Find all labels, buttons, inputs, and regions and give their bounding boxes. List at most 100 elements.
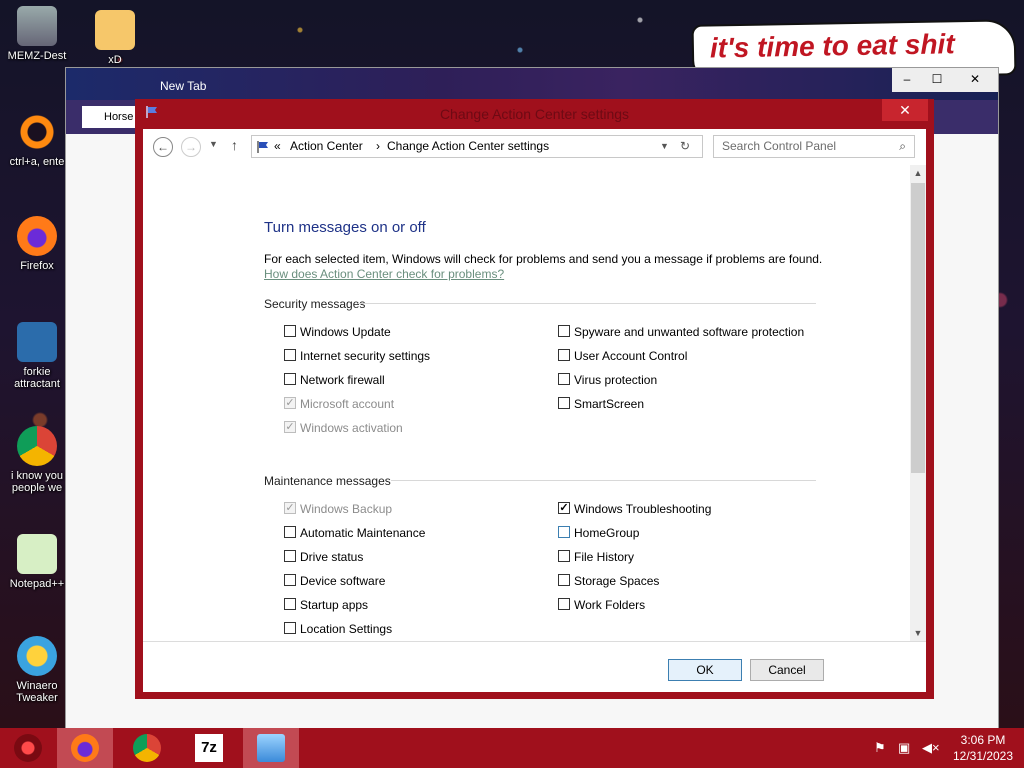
ring-icon	[17, 112, 57, 152]
desktop-icon-label: i know you people we	[11, 470, 63, 494]
taskbar-firefox[interactable]	[57, 728, 113, 768]
chrome-icon	[133, 734, 161, 762]
checkbox-box[interactable]	[284, 526, 296, 538]
firefox-icon	[17, 216, 57, 256]
ok-button[interactable]: OK	[668, 659, 742, 681]
crumb-current[interactable]: Change Action Center settings	[387, 136, 549, 157]
desktop-icon-ctrl-a[interactable]: ctrl+a, ente	[2, 112, 72, 168]
checkbox-box[interactable]	[558, 550, 570, 562]
security-section-title: Security messages	[264, 297, 366, 311]
checkbox-label: Network firewall	[300, 373, 385, 387]
checkbox-label: Startup apps	[300, 598, 369, 612]
start-icon	[14, 734, 42, 762]
dialog-footer: OK Cancel	[143, 641, 926, 692]
clock-time: 3:06 PM	[960, 733, 1006, 747]
desktop-icon-chrome[interactable]: i know you people we	[2, 426, 72, 494]
checkbox-box[interactable]	[558, 373, 570, 385]
desktop-icon-memz[interactable]: MEMZ-Dest	[2, 6, 72, 62]
7zip-icon: 7z	[195, 734, 223, 762]
search-placeholder: Search Control Panel	[722, 139, 837, 153]
desktop-icon-firefox[interactable]: Firefox	[2, 216, 72, 272]
start-button[interactable]	[0, 728, 54, 768]
checkbox-box[interactable]	[558, 349, 570, 361]
maintenance-section-title: Maintenance messages	[264, 474, 391, 488]
checkbox-box[interactable]	[558, 526, 570, 538]
scroll-up-icon[interactable]: ▲	[910, 165, 926, 181]
scroll-thumb[interactable]	[911, 183, 925, 473]
checkmark-icon: ✓	[284, 397, 296, 409]
dialog-titlebar: Change Action Center settings ✕	[135, 99, 934, 129]
crumb-action-center[interactable]: Action Center	[290, 136, 363, 157]
checkbox-label: Windows Troubleshooting	[574, 502, 712, 516]
firefox-icon	[71, 734, 99, 762]
taskbar-control-panel[interactable]	[243, 728, 299, 768]
checkbox-box[interactable]	[284, 598, 296, 610]
desktop-icon-forkie[interactable]: forkie attractant	[2, 322, 72, 390]
refresh-icon[interactable]: ↻	[680, 136, 690, 157]
search-input[interactable]: Search Control Panel ⌕	[713, 135, 915, 158]
taskbar-chrome[interactable]	[119, 728, 175, 768]
minimize-button[interactable]: –	[892, 68, 922, 92]
checkbox-label: Automatic Maintenance	[300, 526, 426, 540]
security-divider	[358, 303, 816, 304]
page-description: For each selected item, Windows will che…	[264, 252, 823, 266]
desktop-icon-notepadpp[interactable]: Notepad++	[2, 534, 72, 590]
back-arrow-icon[interactable]: ←	[153, 137, 173, 157]
checkbox-box[interactable]	[558, 574, 570, 586]
checkbox-box[interactable]	[284, 349, 296, 361]
flag-icon[interactable]: ⚑	[874, 740, 886, 756]
address-row: ← → ▼ ↑ « Action Center › Change Action …	[143, 129, 926, 165]
close-button[interactable]: ✕	[952, 68, 998, 92]
checkbox-box[interactable]	[284, 550, 296, 562]
desktop-icon-label: Firefox	[20, 260, 54, 272]
scroll-down-icon[interactable]: ▼	[910, 625, 926, 641]
desktop-icon-xd[interactable]: xD	[80, 10, 150, 66]
flag-icon	[257, 141, 268, 153]
checkbox-box[interactable]	[558, 325, 570, 337]
dialog-close-button[interactable]: ✕	[882, 99, 928, 121]
cancel-button[interactable]: Cancel	[750, 659, 824, 681]
taskbar-7zip[interactable]: 7z	[181, 728, 237, 768]
desktop-icon-winaero[interactable]: Winaero Tweaker	[2, 636, 72, 704]
forward-arrow-icon[interactable]: →	[181, 137, 201, 157]
up-arrow-icon[interactable]: ↑	[231, 137, 238, 153]
winaero-icon	[17, 636, 57, 676]
maximize-button[interactable]: ☐	[922, 68, 952, 92]
checkbox-box[interactable]	[558, 598, 570, 610]
checkbox-label: Storage Spaces	[574, 574, 660, 588]
clock-date: 12/31/2023	[952, 749, 1014, 763]
action-center-dialog: Change Action Center settings ✕ ← → ▼ ↑ …	[135, 99, 934, 699]
network-icon[interactable]: ▣	[898, 740, 910, 756]
checkbox-box[interactable]	[284, 373, 296, 385]
checkbox-label: File History	[574, 550, 635, 564]
desktop-icon-label: Notepad++	[9, 578, 65, 590]
vertical-scrollbar[interactable]: ▲ ▼	[910, 165, 926, 641]
checkmark-icon[interactable]: ✓	[558, 502, 570, 514]
back-button[interactable]: Horse	[82, 106, 142, 128]
checkbox-label: Microsoft account	[300, 397, 395, 411]
checkbox-box[interactable]	[284, 622, 296, 634]
desktop-icon-label: forkie attractant	[14, 366, 60, 390]
address-bar[interactable]: « Action Center › Change Action Center s…	[251, 135, 703, 158]
chevron-down-icon[interactable]: ▼	[660, 136, 669, 157]
browser-tab[interactable]: New Tab	[98, 72, 288, 100]
settings-content: Turn messages on or off For each selecte…	[143, 165, 911, 641]
checkbox-label: Spyware and unwanted software protection	[574, 325, 805, 339]
help-link[interactable]: How does Action Center check for problem…	[264, 267, 504, 281]
search-icon[interactable]: ⌕	[899, 136, 906, 157]
checkbox-box[interactable]	[284, 574, 296, 586]
checkbox-box[interactable]	[284, 325, 296, 337]
checkbox-label: Internet security settings	[300, 349, 431, 363]
checkbox-label: Location Settings	[300, 622, 393, 636]
maintenance-divider	[391, 480, 816, 481]
hxd-icon	[95, 10, 135, 50]
checkmark-icon: ✓	[284, 502, 296, 514]
checkbox-label: HomeGroup	[574, 526, 640, 540]
back-label: Horse	[104, 111, 134, 123]
checkbox-label: User Account Control	[574, 349, 688, 363]
system-clock[interactable]: 3:06 PM 12/31/2023	[946, 732, 1020, 764]
browser-titlebar: New Tab – ☐ ✕	[66, 68, 998, 100]
volume-muted-icon[interactable]: ◀×	[922, 740, 940, 756]
checkbox-box[interactable]	[558, 397, 570, 409]
recent-dropdown-icon[interactable]: ▼	[209, 139, 218, 149]
